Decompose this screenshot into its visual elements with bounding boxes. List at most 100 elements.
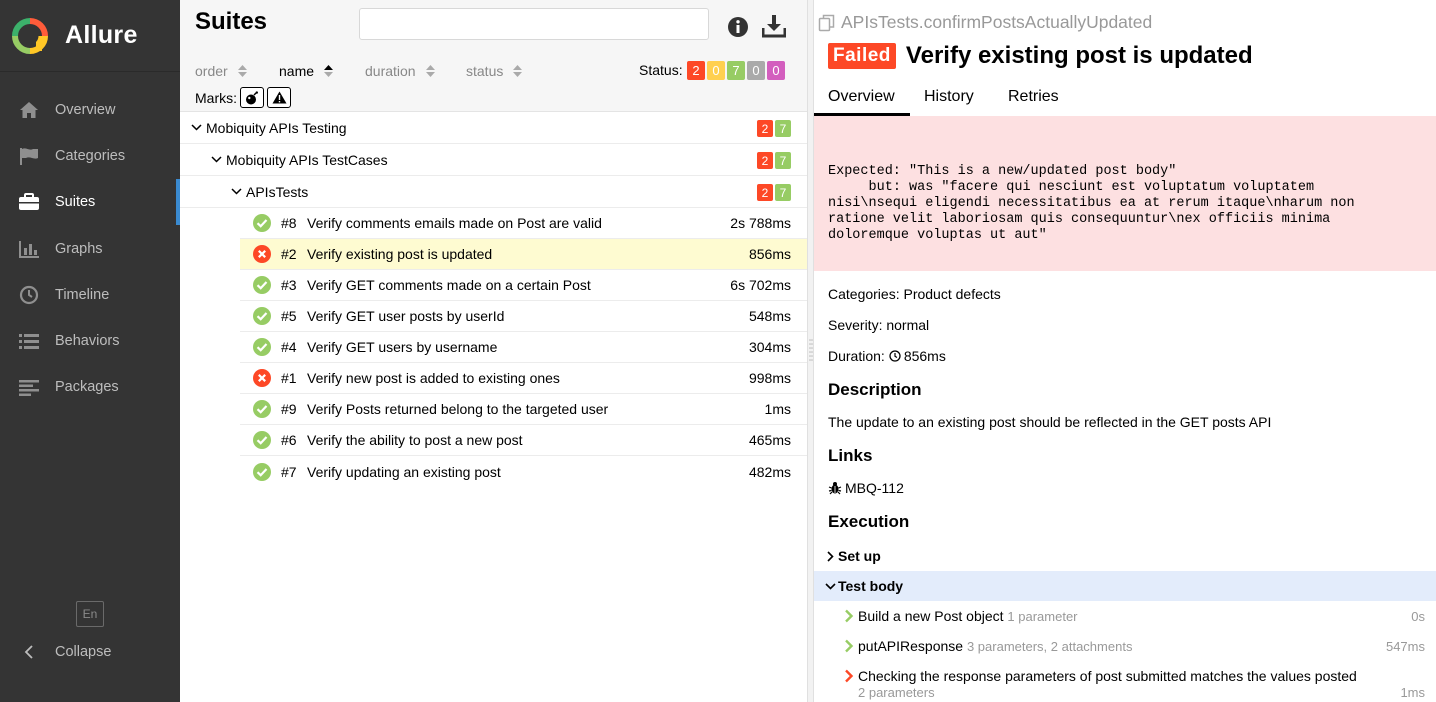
download-icon[interactable] <box>762 14 786 38</box>
status-passed-toggle[interactable]: 7 <box>727 61 745 80</box>
test-name: Verify comments emails made on Post are … <box>307 215 602 231</box>
chevron-down-icon <box>822 582 838 590</box>
collapse-button[interactable]: Collapse <box>18 638 111 666</box>
test-row[interactable]: #1 Verify new post is added to existing … <box>240 363 807 394</box>
test-body-section[interactable]: Test body <box>814 571 1436 601</box>
status-failed-toggle[interactable]: 2 <box>687 61 705 80</box>
sidebar-item-label: Overview <box>55 102 116 119</box>
test-row[interactable]: #7 Verify updating an existing post 482m… <box>240 456 807 487</box>
flaky-mark-toggle[interactable] <box>240 87 264 108</box>
status-badge: Failed <box>828 43 896 69</box>
test-duration: 548ms <box>748 308 791 324</box>
step-row[interactable]: Checking the response parameters of post… <box>814 661 1436 702</box>
test-row[interactable]: #8 Verify comments emails made on Post a… <box>240 208 807 239</box>
sort-order[interactable]: order <box>195 63 279 79</box>
passed-count: 7 <box>775 184 791 201</box>
sidebar-item-overview[interactable]: Overview <box>0 87 180 133</box>
passed-status-icon <box>253 276 271 294</box>
suite-group[interactable]: APIsTests 2 7 <box>180 176 807 208</box>
status-broken-toggle[interactable]: 0 <box>707 61 725 80</box>
sidebar-item-packages[interactable]: Packages <box>0 364 180 410</box>
step-row[interactable]: putAPIResponse 3 parameters, 2 attachmen… <box>814 631 1436 661</box>
description-heading: Description <box>828 380 922 399</box>
step-duration: 0s <box>1411 609 1425 624</box>
test-row[interactable]: #3 Verify GET comments made on a certain… <box>240 270 807 301</box>
sort-icon <box>513 65 523 77</box>
suite-group[interactable]: Mobiquity APIs TestCases 2 7 <box>180 144 807 176</box>
chevron-left-icon <box>18 645 40 659</box>
test-number: #8 <box>281 215 297 231</box>
step-meta: 1 parameter <box>1007 609 1078 624</box>
copy-icon[interactable] <box>818 14 836 32</box>
clock-icon <box>18 284 40 306</box>
categories-info: Categories: Product defects <box>828 286 1001 302</box>
brand[interactable]: Allure <box>0 0 180 72</box>
failed-status-icon <box>253 245 271 263</box>
test-duration: 1ms <box>764 401 791 417</box>
tab-history[interactable]: History <box>910 80 994 116</box>
status-filter-label: Status: <box>639 62 683 78</box>
test-full-name[interactable]: APIsTests.confirmPostsActuallyUpdated <box>818 12 1152 33</box>
failed-count: 2 <box>757 184 773 201</box>
sort-status[interactable]: status <box>466 63 523 79</box>
sidebar-item-label: Packages <box>55 379 119 396</box>
bar-chart-icon <box>18 238 40 260</box>
sidebar-item-categories[interactable]: Categories <box>0 133 180 179</box>
sidebar-item-suites[interactable]: Suites <box>0 179 180 226</box>
home-icon <box>18 99 40 121</box>
test-name: Verify the ability to post a new post <box>307 432 523 448</box>
suite-group-label: Mobiquity APIs TestCases <box>226 151 388 168</box>
language-button[interactable]: En <box>76 601 104 627</box>
search-input[interactable] <box>359 8 709 40</box>
passed-count: 7 <box>775 152 791 169</box>
suite-group-label: Mobiquity APIs Testing <box>206 119 347 136</box>
suite-group[interactable]: Mobiquity APIs Testing 2 7 <box>180 112 807 144</box>
test-number: #3 <box>281 277 297 293</box>
test-row[interactable]: #2 Verify existing post is updated 856ms <box>240 239 807 270</box>
pane-splitter[interactable] <box>807 0 814 702</box>
test-detail-pane: APIsTests.confirmPostsActuallyUpdated Fa… <box>814 0 1436 702</box>
test-row[interactable]: #9 Verify Posts returned belong to the t… <box>240 394 807 425</box>
step-meta: 2 parameters <box>858 685 935 700</box>
step-duration: 1ms <box>1400 685 1425 700</box>
sidebar-item-behaviors[interactable]: Behaviors <box>0 318 180 364</box>
test-row[interactable]: #6 Verify the ability to post a new post… <box>240 425 807 456</box>
sort-duration[interactable]: duration <box>365 63 466 79</box>
info-icon[interactable] <box>727 16 749 38</box>
status-unknown-toggle[interactable]: 0 <box>767 61 785 80</box>
suite-group-label: APIsTests <box>246 183 309 200</box>
setup-section[interactable]: Set up <box>814 541 1436 571</box>
passed-status-icon <box>253 462 271 481</box>
setup-label: Set up <box>838 548 881 564</box>
sidebar-item-timeline[interactable]: Timeline <box>0 272 180 318</box>
chevron-right-icon <box>845 639 854 653</box>
suites-header: Suites order name duration status Status… <box>180 0 807 112</box>
test-row[interactable]: #5 Verify GET user posts by userId 548ms <box>240 301 807 332</box>
detail-tabs: Overview History Retries <box>814 80 1436 116</box>
status-skipped-toggle[interactable]: 0 <box>747 61 765 80</box>
sort-duration-label: duration <box>365 63 416 79</box>
sidebar-item-label: Behaviors <box>55 333 120 350</box>
test-row[interactable]: #4 Verify GET users by username 304ms <box>240 332 807 363</box>
suite-counts: 2 7 <box>757 120 791 137</box>
sidebar-item-label: Graphs <box>55 240 103 257</box>
execution-heading: Execution <box>828 512 910 531</box>
sort-name[interactable]: name <box>279 63 365 79</box>
test-duration: 856ms <box>748 246 791 262</box>
issue-link[interactable]: MBQ-112 <box>828 480 904 496</box>
tab-overview[interactable]: Overview <box>814 80 910 116</box>
test-name: Verify GET user posts by userId <box>307 308 505 324</box>
test-name: Verify GET comments made on a certain Po… <box>307 277 591 293</box>
test-duration: 482ms <box>748 463 791 480</box>
new-failed-mark-toggle[interactable] <box>267 87 291 108</box>
sidebar-nav: Overview Categories Suites Graphs Timeli… <box>0 87 180 410</box>
tab-retries[interactable]: Retries <box>994 80 1073 116</box>
step-row[interactable]: Build a new Post object 1 parameter 0s <box>814 601 1436 631</box>
clock-icon <box>889 350 901 362</box>
test-duration: 6s 702ms <box>730 277 791 293</box>
error-text: Expected: "This is a new/updated post bo… <box>828 164 1355 243</box>
sidebar-item-graphs[interactable]: Graphs <box>0 226 180 272</box>
status-filter: 2 0 7 0 0 <box>687 61 785 80</box>
failed-status-icon <box>253 369 271 387</box>
chevron-right-icon <box>845 609 854 623</box>
